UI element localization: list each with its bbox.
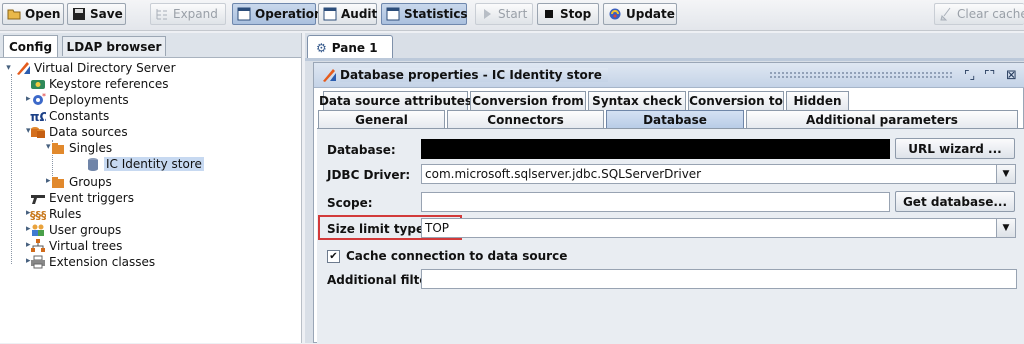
minimize-icon[interactable]: ⌜⌟ xyxy=(964,68,975,82)
maximize-icon[interactable]: ⌜⌝ xyxy=(984,68,995,82)
tree-item-virtual-trees[interactable]: Virtual trees xyxy=(30,238,122,254)
frame-app-icon xyxy=(321,68,337,85)
folder-open-icon xyxy=(7,7,21,21)
svg-text:*: * xyxy=(42,93,46,101)
jdbc-driver-combobox[interactable]: com.microsoft.sqlserver.jdbc.SQLServerDr… xyxy=(421,164,997,184)
expand-toggle-icon[interactable]: ▸ xyxy=(26,240,31,250)
expand-toggle-icon[interactable]: ▸ xyxy=(26,208,31,218)
tab-ldap-browser[interactable]: LDAP browser xyxy=(62,36,166,56)
start-button[interactable]: Start xyxy=(475,3,533,25)
left-tab-strip: Config LDAP browser xyxy=(0,33,301,58)
size-limit-type-combobox[interactable]: TOP xyxy=(421,218,997,238)
tab-pane-1[interactable]: ⚙ Pane 1 xyxy=(307,35,393,59)
frame-title-bar[interactable]: Database properties - IC Identity store … xyxy=(314,63,1024,88)
additional-filter-input[interactable] xyxy=(421,269,1017,289)
scope-label: Scope: xyxy=(327,196,373,210)
tab-conversion-from[interactable]: Conversion from xyxy=(470,91,586,110)
tab-database[interactable]: Database xyxy=(606,110,744,129)
size-limit-dropdown-arrow-icon[interactable]: ▼ xyxy=(996,218,1016,238)
tree-item-rules[interactable]: §§§ Rules xyxy=(30,206,81,222)
audit-button[interactable]: Audit xyxy=(318,3,377,25)
collapse-toggle-icon[interactable]: ▾ xyxy=(46,142,51,152)
tree-item-deployments[interactable]: * Deployments xyxy=(30,92,129,108)
database-field-redacted[interactable] xyxy=(421,139,890,159)
tree-guide-line xyxy=(11,74,12,264)
get-database-button[interactable]: Get database... xyxy=(895,191,1015,212)
database-icon xyxy=(85,157,101,171)
tree-item-root[interactable]: ▾ Virtual Directory Server xyxy=(4,60,176,76)
tab-connectors[interactable]: Connectors xyxy=(447,110,604,129)
expand-toggle-icon[interactable]: ▸ xyxy=(46,176,51,186)
pi-omega-icon: πΩ xyxy=(30,109,50,124)
stop-square-icon xyxy=(542,7,556,21)
folder-db-icon xyxy=(50,175,66,189)
folder-db-icon xyxy=(50,141,66,155)
open-button[interactable]: Open xyxy=(2,3,64,25)
server-icon xyxy=(15,61,31,75)
save-button[interactable]: Save xyxy=(67,3,126,25)
data-sources-icon xyxy=(30,125,46,139)
update-button[interactable]: Update xyxy=(603,3,677,25)
tree-item-event-triggers[interactable]: Event triggers xyxy=(30,190,134,206)
tree-item-groups[interactable]: Groups xyxy=(50,174,112,190)
svg-text:πΩ: πΩ xyxy=(30,110,46,123)
scope-input[interactable] xyxy=(421,192,890,212)
collapse-toggle-icon[interactable]: ▾ xyxy=(26,126,31,136)
floppy-disk-icon xyxy=(72,7,86,21)
tab-data-source-attributes[interactable]: Data source attributes xyxy=(319,91,472,110)
jdbc-driver-label: JDBC Driver: xyxy=(327,168,411,182)
keystore-icon xyxy=(30,77,46,91)
url-wizard-button[interactable]: URL wizard ... xyxy=(895,138,1015,159)
svg-text:§§§: §§§ xyxy=(30,209,46,221)
collapse-toggle-icon[interactable]: ▾ xyxy=(4,63,13,73)
update-icon xyxy=(608,7,622,21)
checkbox-checked-icon[interactable]: ✔ xyxy=(327,249,340,263)
pane-tab-underline xyxy=(305,58,1024,61)
expand-toggle-icon[interactable]: ▸ xyxy=(26,94,31,104)
tree-item-data-sources[interactable]: Data sources xyxy=(30,124,128,140)
tab-additional-parameters[interactable]: Additional parameters xyxy=(746,110,1018,129)
toolbar: Open Save Expand Operation Audit Statist… xyxy=(0,0,1024,31)
tree-item-keystore[interactable]: Keystore references xyxy=(30,76,168,92)
expand-toggle-icon[interactable]: ▸ xyxy=(26,256,31,266)
operation-button[interactable]: Operation xyxy=(232,3,323,25)
tree-item-user-groups[interactable]: User groups xyxy=(30,222,121,238)
clear-cache-button[interactable]: Clear cache xyxy=(934,3,1024,25)
tree-item-extension-classes[interactable]: Extension classes xyxy=(30,254,155,270)
users-icon xyxy=(30,223,46,237)
window-icon xyxy=(237,7,251,21)
title-grip-pattern xyxy=(769,71,954,79)
tab-conversion-to[interactable]: Conversion to xyxy=(688,91,784,110)
play-icon xyxy=(480,7,494,21)
expand-button[interactable]: Expand xyxy=(150,3,226,25)
close-icon[interactable]: ⊠ xyxy=(1006,68,1017,83)
database-label: Database: xyxy=(327,143,396,157)
tree-item-singles[interactable]: Singles xyxy=(50,140,112,156)
cache-connection-checkbox-row[interactable]: ✔ Cache connection to data source xyxy=(327,249,567,263)
tab-hidden[interactable]: Hidden xyxy=(786,91,849,110)
pane-icon: ⚙ xyxy=(316,40,327,55)
statistics-button[interactable]: Statistics xyxy=(381,3,468,25)
expand-toggle-icon[interactable]: ▸ xyxy=(26,224,31,234)
jdbc-dropdown-arrow-icon[interactable]: ▼ xyxy=(996,164,1016,184)
deployment-gear-icon: * xyxy=(30,92,46,107)
tab-syntax-check[interactable]: Syntax check xyxy=(588,91,686,110)
hierarchy-icon xyxy=(30,239,46,253)
frame-title: Database properties - IC Identity store xyxy=(340,68,608,82)
broom-icon xyxy=(939,7,953,21)
size-limit-type-label: Size limit type: xyxy=(327,222,429,236)
stop-button[interactable]: Stop xyxy=(537,3,599,25)
tab-config[interactable]: Config xyxy=(3,35,58,57)
window-icon xyxy=(323,7,337,21)
tree-item-ic-identity-store[interactable]: IC Identity store xyxy=(85,156,204,172)
trigger-gun-icon xyxy=(30,191,46,205)
printer-icon xyxy=(30,255,46,269)
window-icon xyxy=(386,7,400,21)
rules-icon: §§§ xyxy=(30,207,47,222)
expand-tree-icon xyxy=(155,7,169,21)
tree-item-constants[interactable]: πΩ Constants xyxy=(30,108,109,124)
tab-general[interactable]: General xyxy=(318,110,445,129)
